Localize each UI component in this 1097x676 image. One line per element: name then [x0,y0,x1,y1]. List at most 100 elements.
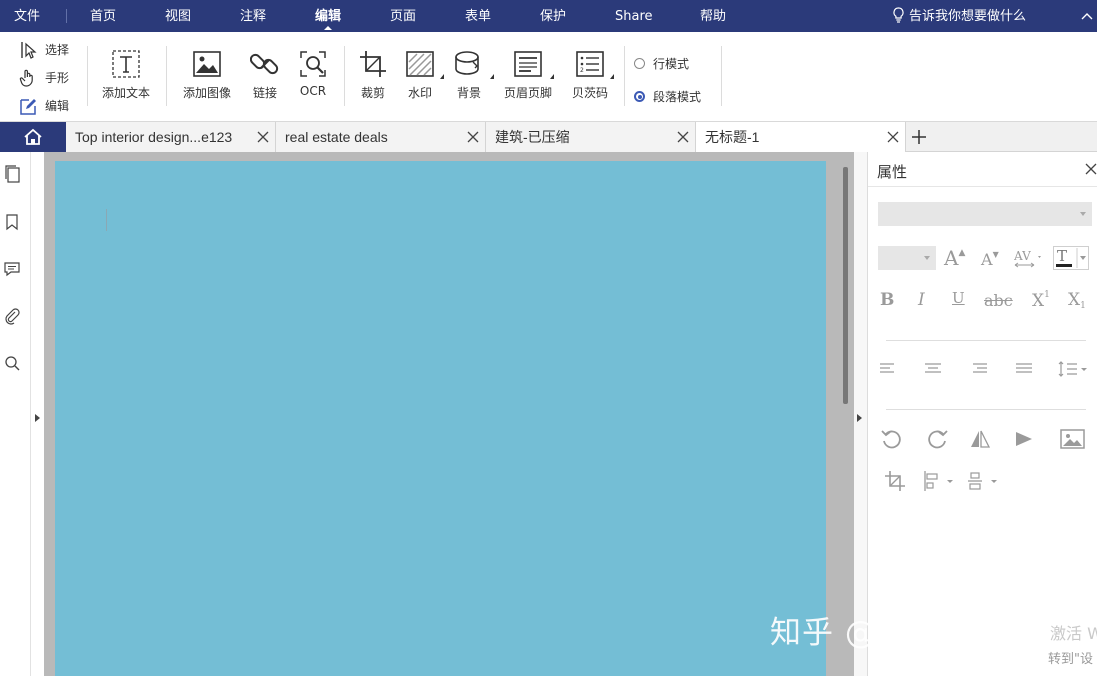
home-icon [24,128,42,145]
paragraph-mode-radio[interactable]: 段落模式 [634,87,701,107]
close-icon[interactable] [257,131,269,143]
chevron-up-icon[interactable] [1080,10,1094,22]
svg-text:T: T [1057,247,1067,265]
background-button[interactable]: 背景 [448,48,494,101]
tab-untitled-1[interactable]: 无标题-1 [696,122,906,152]
menu-help[interactable]: 帮助 [700,0,726,32]
close-icon[interactable] [887,131,899,143]
close-icon[interactable] [677,131,689,143]
text-color-icon[interactable]: T [1053,246,1089,270]
subscript-icon[interactable]: X1 [1068,290,1086,311]
document-tab-bar: Top interior design...e123 real estate d… [0,122,1097,152]
bookmark-icon[interactable] [3,213,21,231]
ribbon-separator [721,46,722,106]
chevron-down-icon[interactable] [440,74,444,79]
menu-share[interactable]: Share [615,0,653,32]
close-icon[interactable] [1085,163,1097,175]
properties-panel: 属性 A▲ A▼ AV T B I U abc X1 X1 [867,152,1097,676]
flip-vertical-icon[interactable] [1013,428,1035,450]
distribute-objects-icon[interactable] [966,470,1002,492]
menu-file[interactable]: 文件 [14,0,40,32]
bates-number-button[interactable]: 2 贝茨码 [568,48,614,101]
menu-edit[interactable]: 编辑 [315,0,341,32]
crop-label: 裁剪 [360,86,385,100]
character-spacing-icon[interactable]: AV [1014,248,1044,270]
windows-activation-subtext: 转到"设 [1048,652,1093,667]
lightbulb-icon [893,7,904,23]
svg-text:AV: AV [1014,249,1031,263]
underline-icon[interactable]: U [952,289,965,307]
chevron-down-icon[interactable] [490,74,494,79]
chevron-down-icon[interactable] [610,74,614,79]
align-center-icon[interactable] [924,362,942,376]
replace-image-icon[interactable] [1060,428,1086,450]
crop-icon [360,51,386,77]
bold-icon[interactable]: B [880,290,894,310]
search-icon[interactable] [3,354,21,372]
edit-mode-button[interactable]: 编辑 [18,95,69,117]
watermark-button[interactable]: 水印 [400,48,444,101]
document-canvas[interactable] [44,152,854,676]
radio-unchecked-icon [634,58,645,69]
rotate-left-icon[interactable] [880,428,904,450]
strikethrough-icon[interactable]: abc [984,291,1013,310]
add-image-label: 添加图像 [182,86,231,100]
crop-button[interactable]: 裁剪 [355,48,391,101]
bates-number-icon: 2 [576,51,604,77]
add-text-icon [112,50,140,78]
rotate-right-icon[interactable] [925,428,949,450]
add-text-label: 添加文本 [101,86,150,100]
tell-me-search[interactable]: 告诉我你想要做什么 [892,0,1026,32]
text-caret [106,209,107,231]
pages-icon[interactable] [3,165,21,183]
ocr-label: OCR [299,84,327,98]
tab-top-interior-design[interactable]: Top interior design...e123 [66,122,276,152]
increase-font-icon[interactable]: A▲ [944,246,965,270]
select-mode-button[interactable]: 选择 [18,39,69,61]
link-icon [250,53,279,75]
close-icon[interactable] [467,131,479,143]
line-mode-radio[interactable]: 行模式 [634,54,689,74]
flip-horizontal-icon[interactable] [969,428,991,450]
menu-home[interactable]: 首页 [90,0,116,32]
hand-mode-button[interactable]: 手形 [18,67,69,89]
tab-architecture-compressed[interactable]: 建筑-已压缩 [486,122,696,152]
vertical-scrollbar[interactable] [843,167,848,404]
expand-left-panel-icon[interactable] [35,414,40,422]
chevron-down-icon[interactable] [550,74,554,79]
tab-label: Top interior design...e123 [75,129,233,145]
decrease-font-icon[interactable]: A▼ [981,250,999,269]
font-size-select[interactable] [878,246,936,270]
edit-pencil-icon [20,99,36,115]
align-left-icon[interactable] [879,362,897,376]
ocr-button[interactable]: OCR [295,48,331,98]
menu-page[interactable]: 页面 [390,0,416,32]
attachment-icon[interactable] [3,307,21,325]
superscript-icon[interactable]: X1 [1032,290,1050,311]
plus-icon[interactable] [911,129,927,145]
align-objects-icon[interactable] [922,470,958,492]
menu-form[interactable]: 表单 [465,0,491,32]
ocr-icon [300,51,326,77]
link-button[interactable]: 链接 [247,48,283,101]
tab-real-estate-deals[interactable]: real estate deals [276,122,486,152]
add-text-button[interactable]: 添加文本 [98,48,154,101]
menu-bar: 文件 首页 视图 注释 编辑 页面 表单 保护 Share 帮助 告诉我你想要做… [0,0,1097,32]
line-spacing-icon[interactable] [1057,360,1089,378]
align-justify-icon[interactable] [1015,362,1033,376]
italic-icon[interactable]: I [918,290,925,310]
home-tab[interactable] [0,122,66,152]
collapse-right-panel-icon[interactable] [857,414,862,422]
crop-image-icon[interactable] [884,470,906,492]
divider [886,409,1086,410]
menu-comment[interactable]: 注释 [240,0,266,32]
menu-protect[interactable]: 保护 [540,0,566,32]
menu-view[interactable]: 视图 [165,0,191,32]
radio-checked-icon [634,91,645,102]
align-right-icon[interactable] [970,362,988,376]
font-family-select[interactable] [878,202,1092,226]
comment-icon[interactable] [3,260,21,278]
header-footer-button[interactable]: 页眉页脚 [500,48,556,101]
pdf-page[interactable] [55,161,826,676]
add-image-button[interactable]: 添加图像 [179,48,235,101]
